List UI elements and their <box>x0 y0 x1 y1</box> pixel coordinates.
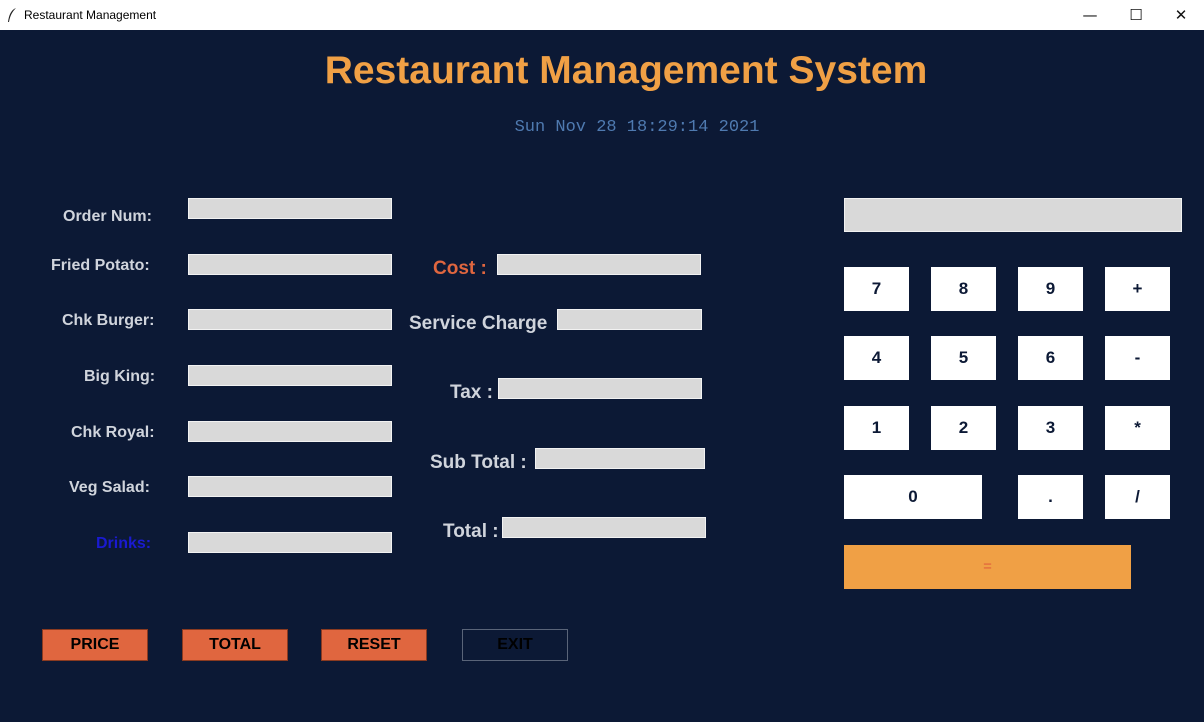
key-divide[interactable]: / <box>1105 475 1170 519</box>
main-panel: Restaurant Management System Sun Nov 28 … <box>0 30 1204 722</box>
veg-salad-field[interactable] <box>188 476 392 497</box>
big-king-field[interactable] <box>188 365 392 386</box>
chk-burger-label: Chk Burger: <box>62 312 155 329</box>
drinks-label: Drinks: <box>96 535 152 552</box>
window-titlebar: Restaurant Management — ☐ ✕ <box>0 0 1204 30</box>
tax-field[interactable] <box>498 378 702 399</box>
window-title: Restaurant Management <box>24 8 157 22</box>
big-king-label: Big King: <box>84 368 156 385</box>
total-label: Total : <box>443 521 499 542</box>
chk-royal-label: Chk Royal: <box>71 424 155 441</box>
order-num-label: Order Num: <box>63 208 152 225</box>
veg-salad-label: Veg Salad: <box>69 479 150 496</box>
key-9[interactable]: 9 <box>1018 267 1083 311</box>
key-7[interactable]: 7 <box>844 267 909 311</box>
datetime-label: Sun Nov 28 18:29:14 2021 <box>514 118 760 137</box>
service-charge-label: Service Charge <box>409 313 548 334</box>
reset-button[interactable]: RESET <box>321 629 427 661</box>
key-1[interactable]: 1 <box>844 406 909 450</box>
fried-potato-field[interactable] <box>188 254 392 275</box>
key-8[interactable]: 8 <box>931 267 996 311</box>
drinks-field[interactable] <box>188 532 392 553</box>
page-title: Restaurant Management System <box>324 49 928 92</box>
key-multiply[interactable]: * <box>1105 406 1170 450</box>
key-5[interactable]: 5 <box>931 336 996 380</box>
key-plus[interactable]: + <box>1105 267 1170 311</box>
key-minus[interactable]: - <box>1105 336 1170 380</box>
cost-field[interactable] <box>497 254 701 275</box>
service-charge-field[interactable] <box>557 309 702 330</box>
key-2[interactable]: 2 <box>931 406 996 450</box>
key-3[interactable]: 3 <box>1018 406 1083 450</box>
maximize-button[interactable]: ☐ <box>1113 0 1159 30</box>
tax-label: Tax : <box>450 382 493 403</box>
key-0[interactable]: 0 <box>844 475 982 519</box>
price-button[interactable]: PRICE <box>42 629 148 661</box>
fried-potato-label: Fried Potato: <box>51 257 150 274</box>
chk-burger-field[interactable] <box>188 309 392 330</box>
key-6[interactable]: 6 <box>1018 336 1083 380</box>
order-num-field[interactable] <box>188 198 392 219</box>
total-button[interactable]: TOTAL <box>182 629 288 661</box>
cost-label: Cost : <box>433 258 487 279</box>
equals-button[interactable]: = <box>844 545 1131 589</box>
subtotal-label: Sub Total : <box>430 452 527 473</box>
exit-button[interactable]: EXIT <box>462 629 568 661</box>
subtotal-field[interactable] <box>535 448 705 469</box>
chk-royal-field[interactable] <box>188 421 392 442</box>
key-4[interactable]: 4 <box>844 336 909 380</box>
calculator-display[interactable] <box>844 198 1182 232</box>
key-decimal[interactable]: . <box>1018 475 1083 519</box>
minimize-button[interactable]: — <box>1067 0 1113 30</box>
feather-icon <box>8 8 16 22</box>
total-field[interactable] <box>502 517 706 538</box>
close-button[interactable]: ✕ <box>1158 0 1204 30</box>
